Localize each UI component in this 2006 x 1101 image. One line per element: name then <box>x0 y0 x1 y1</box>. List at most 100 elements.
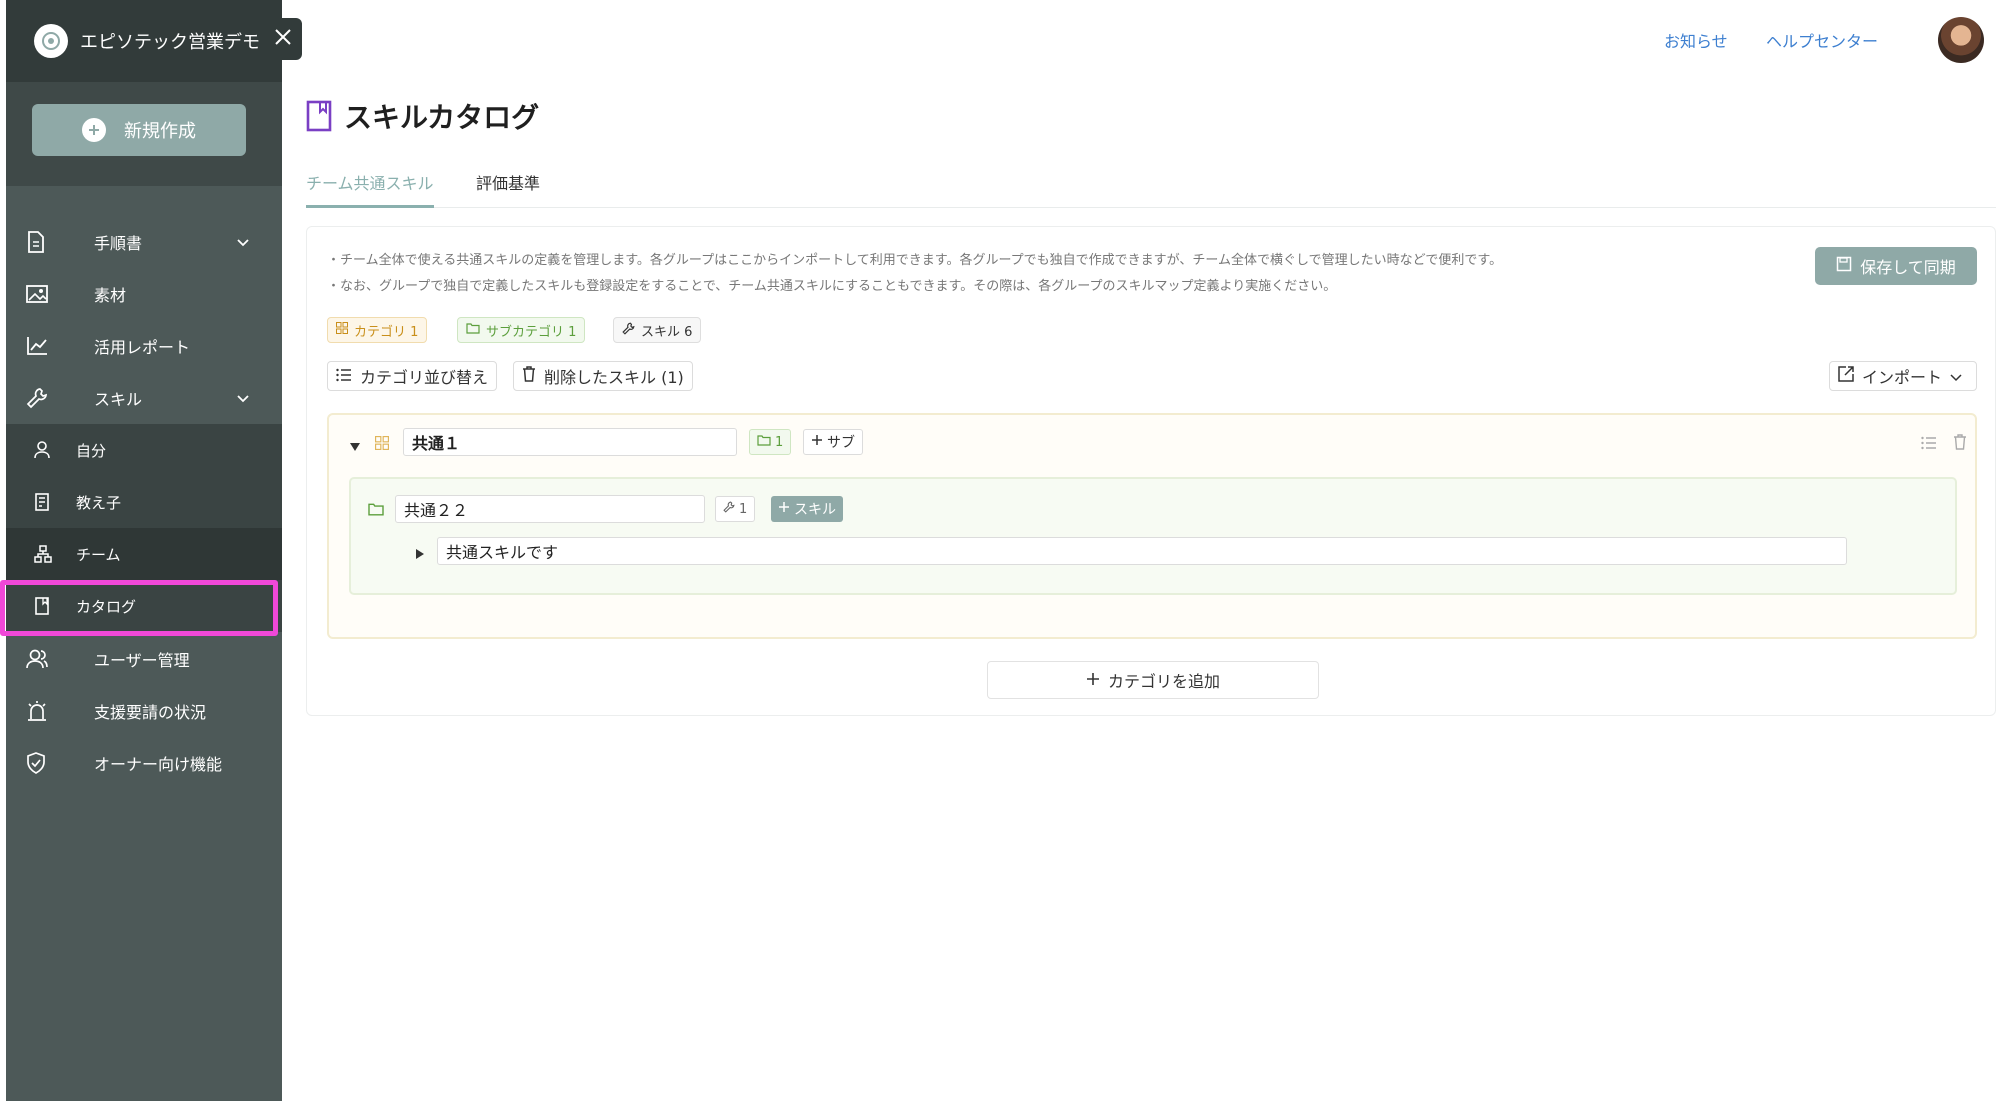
sidebar-item-report[interactable]: 活用レポート <box>6 320 282 372</box>
subcategory-count-label: サブカテゴリ 1 <box>486 324 577 340</box>
reorder-categories-label: カテゴリ並び替え <box>360 368 489 387</box>
list-icon[interactable] <box>1921 435 1937 454</box>
person-icon <box>34 441 50 459</box>
alarm-icon <box>26 700 48 722</box>
sidebar-item-materials[interactable]: 素材 <box>6 268 282 320</box>
sidebar-item-label: ユーザー管理 <box>94 651 190 670</box>
description-line-2: ・なお、グループで独自で定義したスキルも登録設定をすることで、チーム共通スキルに… <box>327 279 1337 294</box>
shield-icon <box>26 752 46 774</box>
sidebar-header: エピソテック営業デモ <box>6 0 282 82</box>
caret-down-icon[interactable] <box>349 437 361 456</box>
wrench-icon <box>622 322 635 339</box>
users-icon <box>26 648 48 670</box>
add-category-label: カテゴリを追加 <box>1107 672 1220 691</box>
sidebar: エピソテック営業デモ 新規作成 手順書 素材 活用レポート スキル 自分 教え子… <box>6 0 282 1101</box>
folder-icon <box>367 501 385 520</box>
subcategory-card: 共通２２ 1 スキル 共通スキルです <box>349 477 1957 595</box>
wrench-icon <box>723 501 735 517</box>
list-icon <box>336 367 352 386</box>
sidebar-item-user-management[interactable]: ユーザー管理 <box>6 633 282 685</box>
subcategory-name-input[interactable]: 共通２２ <box>395 495 705 523</box>
sidebar-subitem-label: チーム <box>76 545 121 564</box>
logo-icon <box>34 24 68 58</box>
document-icon <box>26 231 46 253</box>
import-dropdown[interactable]: インポート <box>1829 361 1977 391</box>
avatar[interactable] <box>1938 17 1984 63</box>
image-icon <box>26 284 48 304</box>
chevron-down-icon[interactable] <box>236 389 250 408</box>
catalog-panel: ・チーム全体で使える共通スキルの定義を管理します。各グループはここからインポート… <box>306 226 1996 716</box>
sidebar-item-owner-features[interactable]: オーナー向け機能 <box>6 737 282 789</box>
sidebar-subitem-self[interactable]: 自分 <box>6 424 282 476</box>
sidebar-subitem-students[interactable]: 教え子 <box>6 476 282 528</box>
category-count-label: カテゴリ 1 <box>354 324 419 340</box>
sidebar-item-manuals[interactable]: 手順書 <box>6 216 282 268</box>
plus-icon <box>82 118 106 142</box>
sidebar-item-label: 支援要請の状況 <box>94 703 207 722</box>
close-icon <box>274 28 292 50</box>
tab-bar: チーム共通スキル 評価基準 <box>306 168 1996 208</box>
add-subcategory-button[interactable]: サブ <box>803 429 863 455</box>
subcategory-count: 1 <box>775 434 784 450</box>
sidebar-item-label: スキル <box>94 390 143 409</box>
tab-evaluation-criteria[interactable]: 評価基準 <box>476 170 540 208</box>
skill-count-badge: スキル 6 <box>613 317 702 343</box>
import-label: インポート <box>1862 368 1943 387</box>
add-skill-button[interactable]: スキル <box>771 496 843 522</box>
folder-icon <box>466 322 480 338</box>
catalog-book-icon <box>306 100 332 136</box>
chevron-down-icon[interactable] <box>236 233 250 252</box>
plus-icon <box>778 501 790 517</box>
deleted-skills-label: 削除したスキル (1) <box>544 368 684 387</box>
sidebar-item-skill[interactable]: スキル <box>6 372 282 424</box>
folder-icon <box>757 434 771 450</box>
add-subcategory-label: サブ <box>827 435 855 451</box>
new-area: 新規作成 <box>6 82 282 186</box>
sidebar-subitem-label: 自分 <box>76 441 107 460</box>
sidebar-item-label: 手順書 <box>94 234 143 253</box>
description-line-1: ・チーム全体で使える共通スキルの定義を管理します。各グループはここからインポート… <box>327 253 1503 268</box>
org-name: エピソテック営業デモ <box>80 32 260 53</box>
sidebar-subitem-label: 教え子 <box>76 493 122 512</box>
wrench-icon <box>26 387 48 409</box>
deleted-skills-button[interactable]: 削除したスキル (1) <box>513 361 693 391</box>
category-name-input[interactable]: 共通１ <box>403 428 737 456</box>
team-icon <box>34 545 52 563</box>
page-title: スキルカタログ <box>344 101 540 134</box>
caret-right-icon[interactable] <box>415 545 425 564</box>
sidebar-item-support-requests[interactable]: 支援要請の状況 <box>6 685 282 737</box>
plus-icon <box>811 434 823 450</box>
tab-team-common-skills[interactable]: チーム共通スキル <box>306 170 434 208</box>
save-sync-label: 保存して同期 <box>1860 258 1956 277</box>
new-create-button[interactable]: 新規作成 <box>32 104 246 156</box>
catalog-highlight <box>0 580 278 636</box>
plus-icon <box>1086 671 1100 690</box>
trash-icon <box>522 366 536 386</box>
help-center-link[interactable]: ヘルプセンター <box>1766 28 1878 52</box>
subcategory-count-chip: 1 <box>749 429 792 455</box>
grid-icon <box>375 435 389 454</box>
sidebar-item-label: オーナー向け機能 <box>94 755 223 774</box>
reorder-categories-button[interactable]: カテゴリ並び替え <box>327 361 498 391</box>
subcategory-count-badge: サブカテゴリ 1 <box>457 317 586 343</box>
close-sidebar-button[interactable] <box>264 18 302 60</box>
sidebar-item-label: 素材 <box>94 286 127 305</box>
notebook-icon <box>34 493 50 511</box>
sidebar-subitem-team[interactable]: チーム <box>6 528 282 580</box>
trash-icon[interactable] <box>1953 434 1967 454</box>
category-count-badge: カテゴリ 1 <box>327 317 428 343</box>
skill-count-chip: 1 <box>715 496 756 522</box>
category-card: 共通１ 1 サブ 共通２２ 1 スキル 共通スキルです <box>327 413 1977 639</box>
skill-name-input[interactable]: 共通スキルです <box>437 537 1847 565</box>
grid-icon <box>336 322 348 338</box>
sidebar-item-label: 活用レポート <box>94 338 191 357</box>
add-category-button[interactable]: カテゴリを追加 <box>987 661 1319 699</box>
skill-count-label: スキル 6 <box>641 324 693 340</box>
skill-count: 1 <box>739 501 748 517</box>
import-icon <box>1838 366 1854 386</box>
chart-icon <box>26 336 48 356</box>
new-create-label: 新規作成 <box>124 121 196 142</box>
notifications-link[interactable]: お知らせ <box>1664 28 1728 52</box>
save-icon <box>1836 256 1852 276</box>
save-sync-button[interactable]: 保存して同期 <box>1815 247 1977 285</box>
